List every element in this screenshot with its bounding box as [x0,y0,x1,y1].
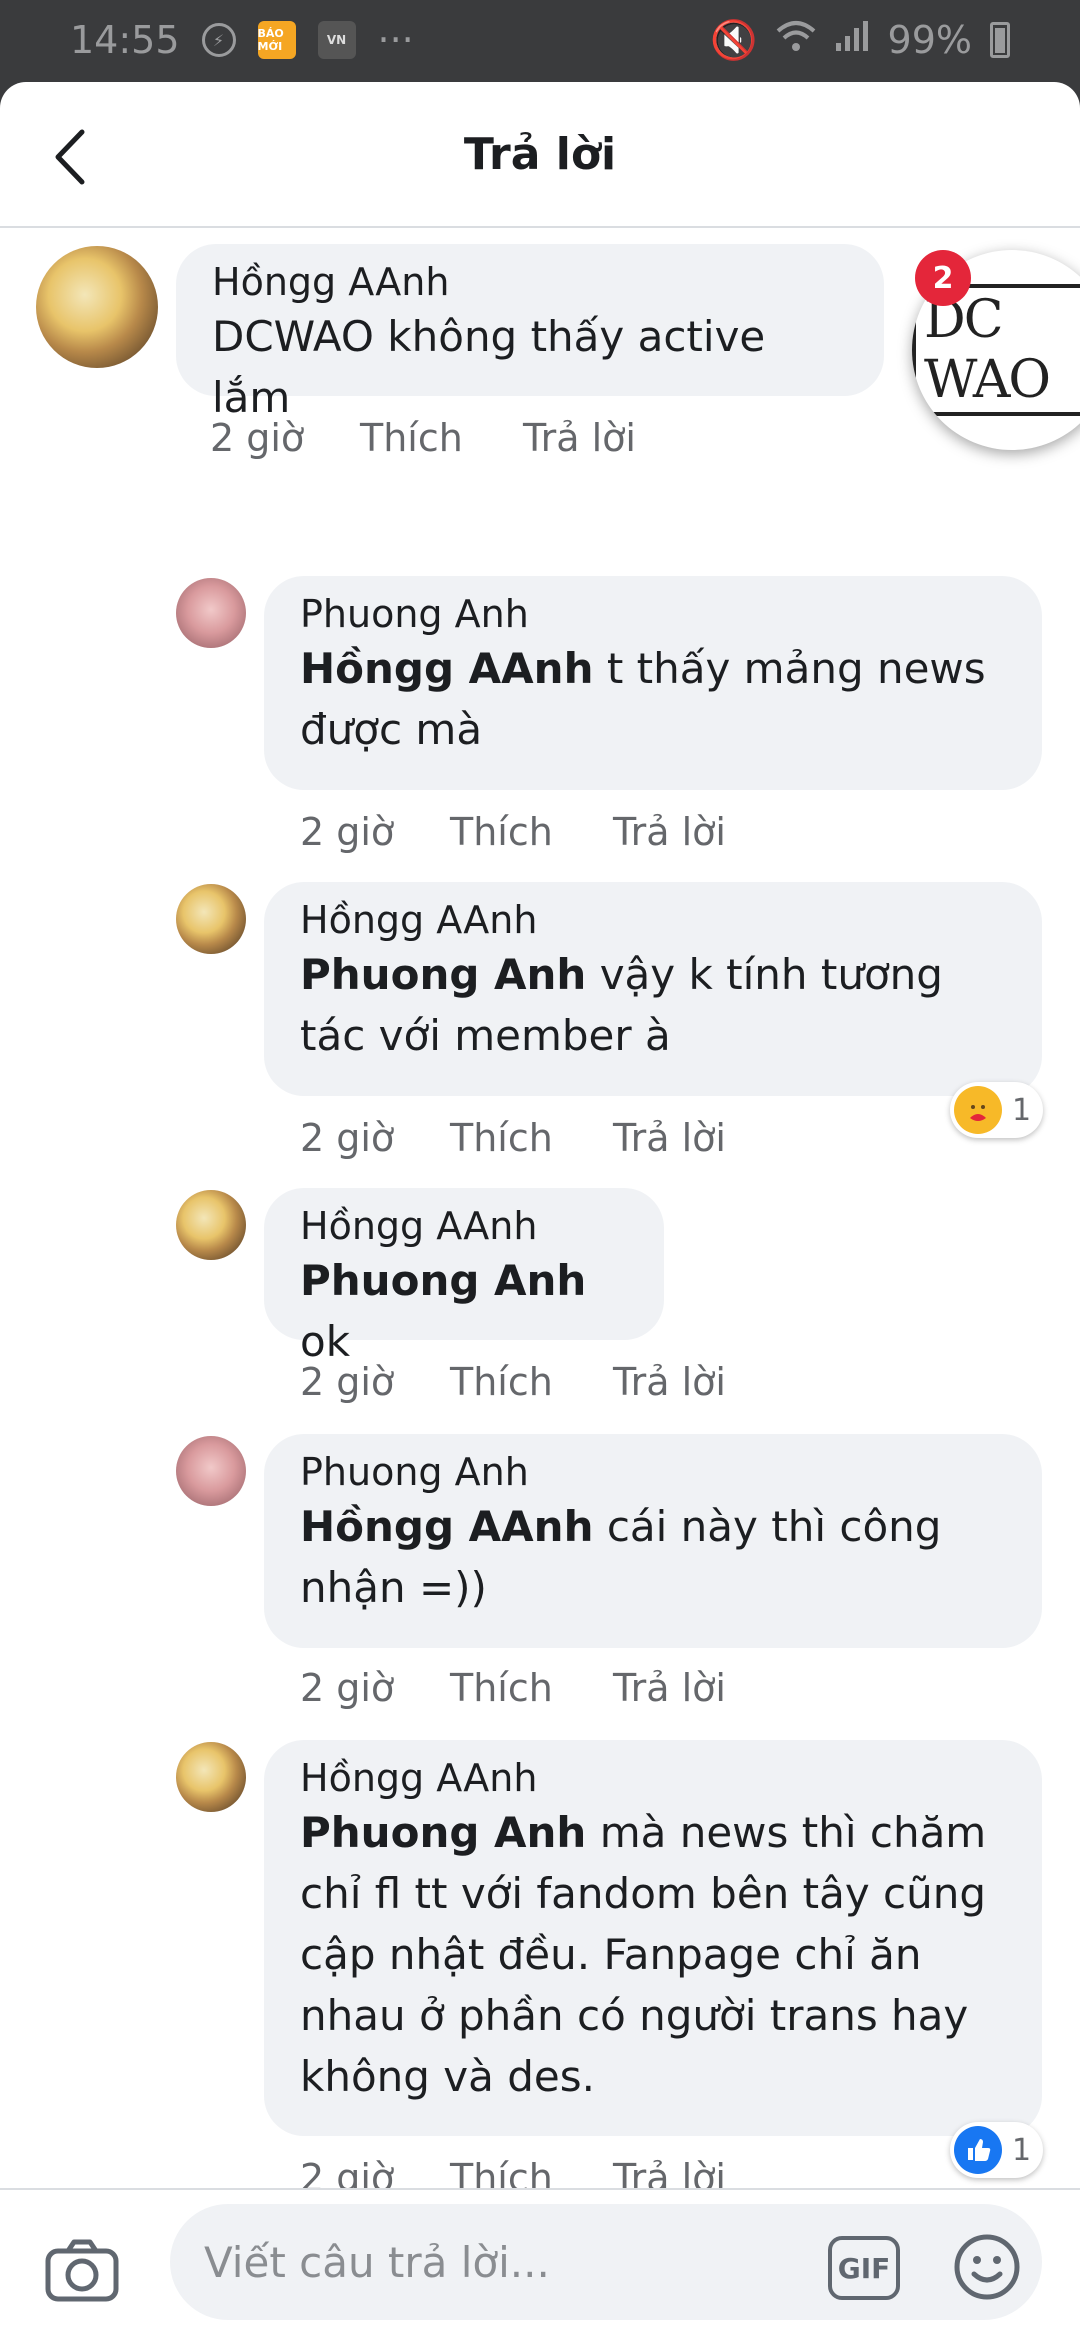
emoji-button[interactable] [950,2230,1024,2304]
comment-actions: 2 giờ Thích Trả lời [300,1360,726,1404]
reply-button[interactable]: Trả lời [613,810,726,854]
mention[interactable]: Hồngg AAnh [300,1502,593,1551]
reply-sheet: Trả lời Hồngg AAnh DCWAO không thấy acti… [0,82,1080,2340]
comment-bubble[interactable]: Hồngg AAnh DCWAO không thấy active lắm [176,244,884,422]
comment-bubble[interactable]: Phuong Anh Hồngg AAnh cái này thì công n… [264,1434,1042,1648]
comment-bubble[interactable]: Hồngg AAnh Phuong Anh vậy k tính tương t… [264,882,1042,1096]
like-button[interactable]: Thích [450,1666,613,1710]
mention[interactable]: Phuong Anh [300,950,586,999]
battery-percent: 99% [887,18,972,62]
vn-app-icon: VN [317,21,356,59]
reply-button[interactable]: Trả lời [523,416,636,460]
comment-bubble[interactable]: Phuong Anh Hồngg AAnh t thấy mảng news đ… [264,576,1042,790]
status-time: 14:55 [70,18,180,62]
comment-author[interactable]: Hồngg AAnh [300,1202,628,1250]
comment-bubble[interactable]: Hồngg AAnh Phuong Anh mà news thì chăm c… [264,1740,1042,2136]
comment-actions: 2 giờ Thích Trả lời [210,416,636,460]
status-bar: 14:55 ⚡ BÁO MỚI VN ··· 🔇 99% [0,0,1080,80]
reply-input[interactable]: Viết câu trả lời... [170,2204,1042,2320]
more-notifications-icon: ··· [377,18,414,62]
reaction-count: 1 [1012,2132,1032,2168]
comment-author[interactable]: Phuong Anh [300,1448,1006,1496]
reply-button[interactable]: Trả lời [613,1666,726,1710]
messenger-icon: ⚡ [201,23,236,57]
status-right: 🔇 99% [710,18,1010,63]
avatar[interactable] [176,578,246,648]
reaction-count: 1 [1012,1092,1032,1128]
avatar[interactable] [176,884,246,954]
mute-icon: 🔇 [710,17,758,62]
battery-icon [990,22,1010,58]
comment-time: 2 giờ [300,1360,395,1404]
camera-icon [45,2239,119,2302]
comment-bubble[interactable]: Hồngg AAnh Phuong Anh ok [264,1188,664,1366]
comment-time: 2 giờ [210,416,305,460]
comment-thread[interactable]: Hồngg AAnh DCWAO không thấy active lắm 2… [0,230,1080,2270]
chathead-badge: 2 [915,250,971,306]
avatar[interactable] [176,1190,246,1260]
back-button[interactable] [40,122,100,192]
camera-button[interactable] [42,2230,122,2310]
back-icon [55,129,85,185]
comment-time: 2 giờ [300,1666,395,1710]
comment-author[interactable]: Hồngg AAnh [300,1754,1006,1802]
like-button[interactable]: Thích [450,1116,613,1160]
care-reaction-icon [954,1086,1002,1134]
comment-author[interactable]: Hồngg AAnh [212,258,848,306]
gif-button[interactable]: GIF [828,2236,900,2300]
reply-button[interactable]: Trả lời [613,1360,726,1404]
header: Trả lời [0,82,1080,228]
comment-time: 2 giờ [300,810,395,854]
comment-text: Phuong Anh vậy k tính tương tác với memb… [300,944,1006,1066]
mention[interactable]: Hồngg AAnh [300,644,593,693]
avatar[interactable] [176,1436,246,1506]
emoji-icon [954,2234,1020,2300]
baomoi-icon: BÁO MỚI [257,21,296,59]
like-reaction-icon [954,2126,1002,2174]
comment-actions: 2 giờ Thích Trả lời [300,1116,726,1160]
reply-button[interactable]: Trả lời [613,1116,726,1160]
comment-text: Phuong Anh mà news thì chăm chỉ fl tt vớ… [300,1802,1006,2107]
comment-text: Phuong Anh ok [300,1250,628,1372]
comment-time: 2 giờ [300,1116,395,1160]
comment-actions: 2 giờ Thích Trả lời [300,1666,726,1710]
reaction-summary[interactable]: 1 [950,1082,1044,1138]
comment-text: Hồngg AAnh t thấy mảng news được mà [300,638,1006,760]
like-button[interactable]: Thích [360,416,523,460]
avatar[interactable] [176,1742,246,1812]
wifi-icon [776,18,816,62]
avatar[interactable] [36,246,158,368]
reply-placeholder: Viết câu trả lời... [204,2237,550,2287]
comment-text: DCWAO không thấy active lắm [212,312,766,422]
comment-author[interactable]: Hồngg AAnh [300,896,1006,944]
comment-body: ok [300,1317,351,1366]
comment-actions: 2 giờ Thích Trả lời [300,810,726,854]
comment-author[interactable]: Phuong Anh [300,590,1006,638]
mention[interactable]: Phuong Anh [300,1256,586,1305]
reaction-summary[interactable]: 1 [950,2122,1044,2178]
status-left: 14:55 ⚡ BÁO MỚI VN ··· [70,18,414,62]
like-button[interactable]: Thích [450,1360,613,1404]
mention[interactable]: Phuong Anh [300,1808,586,1857]
like-button[interactable]: Thích [450,810,613,854]
signal-icon [834,18,870,62]
page-title: Trả lời [463,128,617,180]
comment-text: Hồngg AAnh cái này thì công nhận =)) [300,1496,1006,1618]
